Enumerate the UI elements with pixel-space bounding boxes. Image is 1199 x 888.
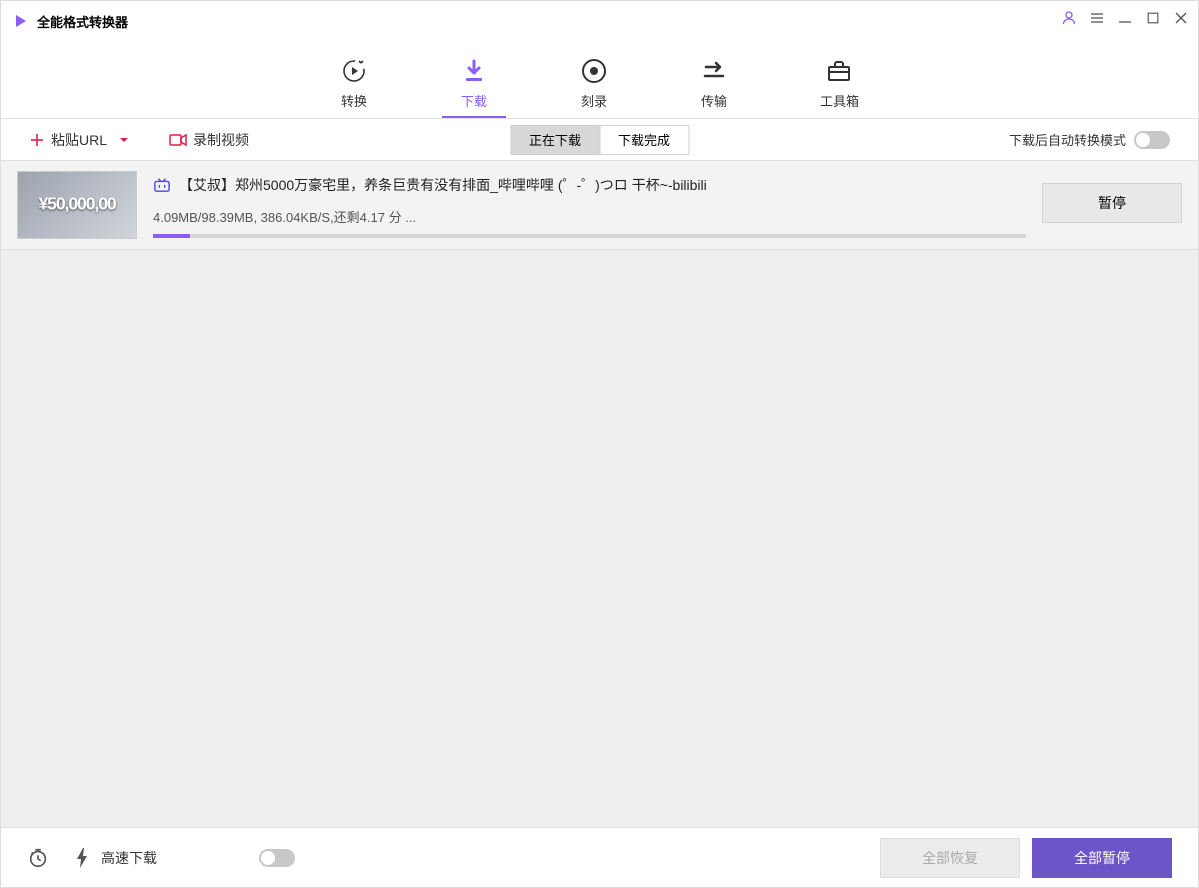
progress-bar [153,234,1026,238]
user-icon[interactable] [1060,9,1078,27]
progress-fill [153,234,190,238]
chevron-down-icon [119,135,129,145]
tab-label: 传输 [701,91,727,110]
tab-burn[interactable]: 刻录 [562,49,626,110]
plus-icon [29,132,45,148]
resume-all-button[interactable]: 全部恢复 [880,838,1020,878]
tab-label: 转换 [341,91,367,110]
download-subtabs: 正在下载 下载完成 [510,125,689,155]
action-bar: 粘贴URL 录制视频 正在下载 下载完成 下载后自动转换模式 [1,119,1198,161]
bolt-icon [75,848,89,868]
tab-transfer[interactable]: 传输 [682,49,746,110]
app-logo: 全能格式转换器 [13,12,128,31]
pause-button[interactable]: 暂停 [1042,183,1182,223]
download-item: ¥50,000,00 【艾叔】郑州5000万豪宅里，养条巨贵有没有排面_哔哩哔哩… [1,161,1198,250]
main-nav: 转换 下载 刻录 传输 工具箱 [1,41,1198,119]
tab-convert[interactable]: 转换 [322,49,386,110]
titlebar: 全能格式转换器 [1,1,1198,41]
transfer-icon [700,57,728,85]
auto-convert-label: 下载后自动转换模式 [1009,130,1126,149]
download-icon [460,57,488,85]
window-controls [1060,9,1190,27]
download-list: ¥50,000,00 【艾叔】郑州5000万豪宅里，养条巨贵有没有排面_哔哩哔哩… [1,161,1198,827]
tab-label: 工具箱 [820,91,859,110]
tab-label: 下载 [461,91,487,110]
paste-url-label: 粘贴URL [51,130,107,150]
app-title: 全能格式转换器 [37,12,128,31]
camera-icon [169,133,187,147]
pause-all-button[interactable]: 全部暂停 [1032,838,1172,878]
download-info: 【艾叔】郑州5000万豪宅里，养条巨贵有没有排面_哔哩哔哩 (゜-゜)つロ 干杯… [153,171,1026,238]
disc-icon [580,57,608,85]
download-title: 【艾叔】郑州5000万豪宅里，养条巨贵有没有排面_哔哩哔哩 (゜-゜)つロ 干杯… [179,175,707,195]
thumbnail-text: ¥50,000,00 [38,195,115,215]
menu-icon[interactable] [1088,9,1106,27]
toolbox-icon [825,57,853,85]
close-icon[interactable] [1172,9,1190,27]
subtab-downloading[interactable]: 正在下载 [510,125,599,155]
record-label: 录制视频 [193,130,249,150]
bilibili-icon [153,177,171,193]
video-thumbnail: ¥50,000,00 [17,171,137,239]
schedule-icon[interactable] [27,847,49,869]
tab-label: 刻录 [581,91,607,110]
high-speed-toggle[interactable] [259,849,295,867]
record-video-button[interactable]: 录制视频 [169,130,249,150]
download-stats: 4.09MB/98.39MB, 386.04KB/S,还剩4.17 分 ... [153,207,1026,226]
tab-toolbox[interactable]: 工具箱 [802,49,877,110]
paste-url-button[interactable]: 粘贴URL [29,130,129,150]
tab-download[interactable]: 下载 [442,49,506,110]
auto-convert-toggle[interactable] [1134,131,1170,149]
subtab-completed[interactable]: 下载完成 [599,125,689,155]
maximize-icon[interactable] [1144,9,1162,27]
footer: 高速下载 全部恢复 全部暂停 [1,827,1198,887]
play-logo-icon [13,13,29,29]
high-speed-download: 高速下载 [75,848,295,868]
speed-label: 高速下载 [101,848,157,868]
minimize-icon[interactable] [1116,9,1134,27]
convert-icon [340,57,368,85]
